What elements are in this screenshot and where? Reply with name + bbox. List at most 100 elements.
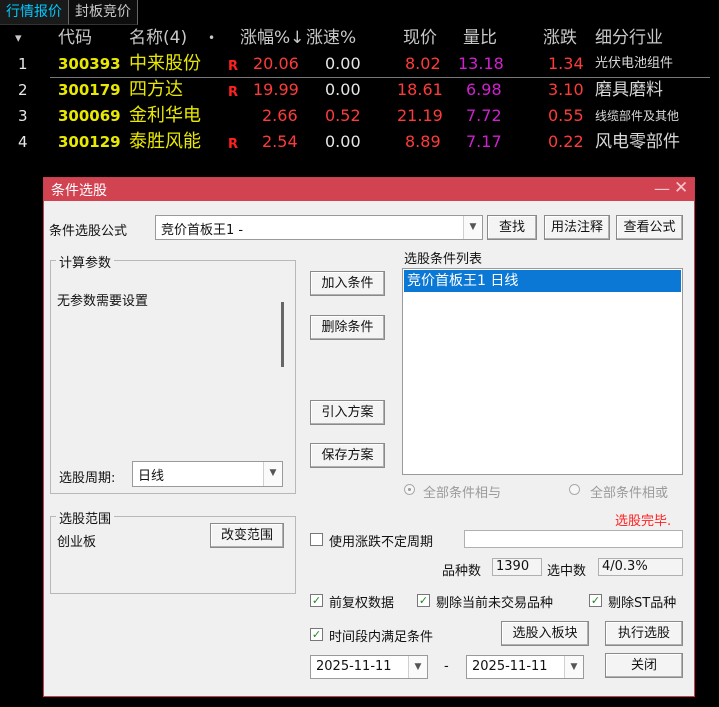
header-speed[interactable]: 涨速% (306, 25, 356, 51)
adjust-checkbox[interactable]: ✓ (310, 594, 323, 607)
close-button[interactable]: 关闭 (605, 653, 683, 678)
untraded-checkbox[interactable]: ✓ (417, 594, 430, 607)
range-value: 创业板 (57, 535, 97, 550)
stock-code: 300393 (58, 55, 121, 73)
selected-field: 4/0.3% (598, 558, 683, 576)
delete-condition-button[interactable]: 删除条件 (310, 315, 385, 340)
date-to-picker[interactable]: 2025-11-11 ▼ (466, 655, 584, 679)
chevron-down-icon[interactable]: ▼ (408, 656, 427, 678)
st-label: 剔除ST品种 (608, 596, 677, 611)
stock-code: 300069 (58, 107, 121, 125)
count-label: 品种数 (442, 564, 482, 579)
status-text: 选股完毕. (615, 514, 672, 529)
stock-code: 300179 (58, 81, 121, 99)
params-text: 无参数需要设置 (57, 294, 149, 309)
speed: 0.52 (325, 106, 361, 125)
use-period-checkbox[interactable] (310, 533, 323, 546)
table-row[interactable]: 1 300393 中来股份 R 20.06 0.00 8.02 13.18 1.… (0, 51, 719, 77)
period-condition-label: 时间段内满足条件 (329, 630, 434, 645)
find-button[interactable]: 查找 (487, 215, 537, 240)
tab-limit-auction[interactable]: 封板竞价 (69, 0, 138, 25)
header-change[interactable]: 涨跌 (543, 25, 577, 51)
chevron-down-icon[interactable]: ▼ (564, 656, 583, 678)
date-separator: - (444, 659, 449, 674)
radio-or[interactable] (569, 484, 580, 495)
row-index: 3 (18, 107, 28, 125)
add-to-block-button[interactable]: 选股入板块 (501, 621, 589, 646)
sort-arrow-icon[interactable]: ▾ (15, 26, 22, 52)
period-label: 选股周期: (59, 471, 116, 486)
header-industry[interactable]: 细分行业 (595, 25, 663, 51)
header-pct[interactable]: 涨幅%↓ (240, 25, 304, 51)
radio-or-label: 全部条件相或 (590, 486, 669, 501)
change: 0.55 (548, 106, 584, 125)
table-row[interactable]: 4 300129 泰胜风能 R 2.54 0.00 8.89 7.17 0.22… (0, 129, 719, 155)
speed: 0.00 (325, 80, 361, 99)
radio-and[interactable] (404, 484, 415, 495)
industry: 光伏电池组件 (595, 56, 674, 71)
date-from-picker[interactable]: 2025-11-11 ▼ (310, 655, 428, 679)
list-item[interactable]: 竞价首板王1 日线 (404, 270, 681, 292)
condition-list[interactable]: 竞价首板王1 日线 (402, 268, 683, 475)
row-index: 2 (18, 81, 28, 99)
formula-select[interactable]: 竞价首板王1 - ▼ (155, 215, 483, 240)
margin-flag: R (228, 137, 239, 152)
adjust-label: 前复权数据 (329, 596, 395, 611)
radio-and-label: 全部条件相与 (423, 486, 502, 501)
tab-quotes[interactable]: 行情报价 (0, 0, 69, 25)
minimize-icon[interactable]: — (654, 179, 670, 198)
view-formula-button[interactable]: 查看公式 (616, 215, 683, 240)
price: 8.02 (405, 54, 441, 73)
industry: 风电零部件 (595, 132, 680, 152)
market-tabs: 行情报价 封板竞价 (0, 0, 138, 25)
table-row[interactable]: 2 300179 四方达 R 19.99 0.00 18.61 6.98 3.1… (0, 77, 719, 103)
formula-value: 竞价首板王1 - (161, 223, 244, 238)
period-condition-checkbox[interactable]: ✓ (310, 628, 323, 641)
header-code[interactable]: 代码 (58, 25, 92, 51)
params-scrollbar[interactable] (281, 302, 284, 367)
industry: 线缆部件及其他 (595, 109, 680, 123)
table-row[interactable]: 3 300069 金利华电 2.66 0.52 21.19 7.72 0.55 … (0, 103, 719, 129)
add-condition-button[interactable]: 加入条件 (310, 271, 385, 296)
pct-change: 2.54 (262, 132, 298, 151)
chevron-down-icon[interactable]: ▼ (463, 216, 482, 239)
use-period-label: 使用涨跌不定周期 (329, 535, 434, 550)
header-dot: • (208, 31, 216, 45)
header-name[interactable]: 名称(4) (129, 25, 187, 51)
st-checkbox[interactable]: ✓ (589, 594, 602, 607)
pct-change: 20.06 (253, 54, 299, 73)
period-select[interactable]: 日线 ▼ (132, 461, 283, 487)
import-scheme-button[interactable]: 引入方案 (310, 400, 385, 425)
selected-label: 选中数 (547, 564, 587, 579)
industry: 磨具磨料 (595, 80, 663, 100)
vol-ratio: 7.72 (466, 106, 502, 125)
change-range-button[interactable]: 改变范围 (210, 523, 284, 548)
close-icon[interactable]: ✕ (674, 178, 688, 198)
usage-notes-button[interactable]: 用法注释 (544, 215, 610, 240)
range-group-label: 选股范围 (56, 508, 115, 527)
pct-change: 2.66 (262, 106, 298, 125)
dialog-title-bar[interactable]: 条件选股 — ✕ (44, 178, 694, 201)
stock-name: 中来股份 (129, 53, 201, 74)
save-scheme-button[interactable]: 保存方案 (310, 443, 385, 468)
run-screen-button[interactable]: 执行选股 (605, 621, 683, 646)
pct-change: 19.99 (253, 80, 299, 99)
params-group-label: 计算参数 (56, 252, 115, 271)
count-field: 1390 (492, 558, 542, 576)
stock-name: 四方达 (129, 79, 183, 100)
stock-screener-dialog: 条件选股 — ✕ 条件选股公式 竞价首板王1 - ▼ 查找 用法注释 查看公式 … (43, 177, 695, 697)
change: 1.34 (548, 54, 584, 73)
period-input[interactable] (464, 530, 683, 548)
price: 21.19 (397, 106, 443, 125)
header-price[interactable]: 现价 (403, 25, 437, 51)
row-index: 1 (18, 55, 28, 73)
vol-ratio: 6.98 (466, 80, 502, 99)
speed: 0.00 (325, 54, 361, 73)
formula-label: 条件选股公式 (49, 224, 128, 239)
chevron-down-icon[interactable]: ▼ (263, 462, 282, 486)
header-vol-ratio[interactable]: 量比 (463, 25, 497, 51)
change: 0.22 (548, 132, 584, 151)
date-to-value: 2025-11-11 (472, 659, 548, 674)
untraded-label: 剔除当前未交易品种 (436, 596, 554, 611)
stock-name: 金利华电 (129, 105, 201, 126)
